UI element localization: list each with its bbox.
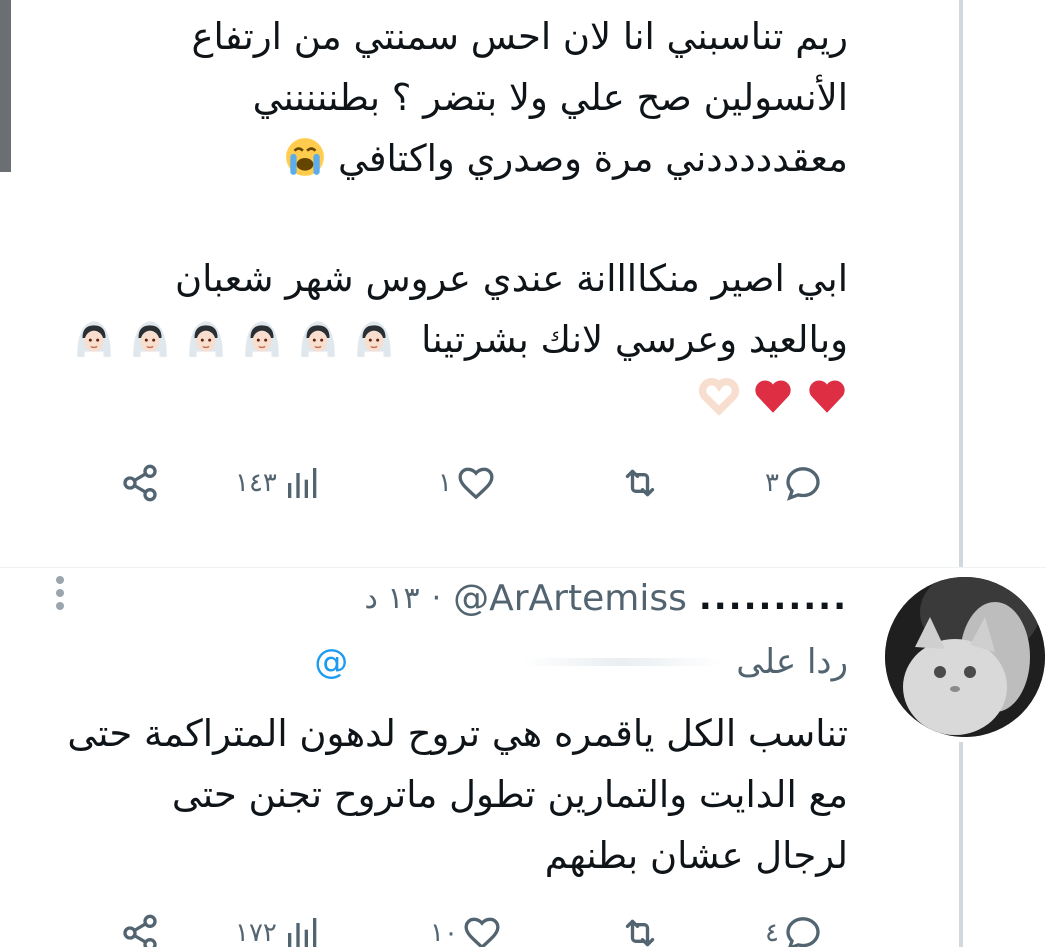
bride-with-veil-icon [357, 321, 392, 358]
bride-with-veil-icon [189, 321, 224, 358]
loudly-crying-face-icon [286, 138, 325, 176]
separator-dot: · [431, 580, 442, 616]
views-button[interactable]: ١٧٢ [235, 905, 323, 947]
tweet-text-line: لرجال عشان بطنهم [544, 834, 848, 877]
tweet-text-segment: معقدددددني مرة وصدري واكتافي [337, 137, 848, 180]
tweet-action-bar: ١٤٣ ١ ٣ [120, 455, 850, 511]
bride-with-veil-icon [301, 321, 336, 358]
bride-emoji-group [73, 318, 409, 361]
red-heart-icon [809, 380, 845, 413]
avatar[interactable] [885, 577, 1045, 737]
retweet-button[interactable] [620, 455, 660, 511]
tweet-text-line: ريم تناسبني انا لان احس سمنتي من ارتفاع [191, 15, 848, 58]
tweet-text-segment: وبالعيد وعرسي لانك بشرتينا [421, 318, 848, 361]
like-icon [458, 467, 494, 500]
more-icon-dot [56, 589, 64, 597]
tweet-divider [0, 567, 1046, 568]
views-count: ١٤٣ [235, 468, 277, 498]
bride-with-veil-icon [133, 321, 168, 358]
share-button[interactable] [120, 905, 160, 947]
tweet-text-line: تناسب الكل ياقمره هي تروح لدهون المتراكم… [67, 712, 848, 755]
share-button[interactable] [120, 455, 160, 511]
share-icon [123, 464, 157, 502]
reply-label: ردا على [736, 642, 848, 682]
retweet-icon [625, 919, 655, 947]
reply-button[interactable]: ٣ [765, 455, 823, 511]
redacted-handle [522, 658, 723, 666]
views-icon [287, 918, 317, 947]
tweet-thread: ريم تناسبني انا لان احس سمنتي من ارتفاع … [0, 0, 1046, 947]
reply-count: ٣ [765, 468, 779, 498]
username[interactable]: @ArArtemiss [453, 578, 687, 619]
like-count: ١ [438, 468, 452, 498]
tweet-header: .......... @ArArtemiss · ١٣ د [364, 576, 848, 620]
reply-icon [786, 467, 820, 501]
timestamp[interactable]: ١٣ د [364, 581, 419, 616]
retweet-button[interactable] [620, 905, 660, 947]
more-options-button[interactable] [54, 576, 66, 616]
avatar-image [885, 577, 1045, 737]
display-name[interactable]: .......... [699, 578, 848, 618]
tweet-text-line: ابي اصير منكاااانة عندي عروس شهر شعبان [174, 257, 848, 300]
share-icon [123, 914, 157, 947]
bride-with-veil-icon [77, 321, 112, 358]
reply-handle-link[interactable]: @ [314, 642, 348, 682]
more-icon-dot [56, 602, 64, 610]
like-icon [464, 917, 500, 947]
views-count: ١٧٢ [235, 918, 277, 947]
tweet-text-line: معقدددددني مرة وصدري واكتافي [284, 128, 848, 189]
tweet-text-line: وبالعيد وعرسي لانك بشرتينا [73, 309, 848, 370]
retweet-icon [625, 469, 655, 497]
tweet-text-line: مع الدايت والتمارين تطول ماتروح تجنن حتى [171, 773, 848, 816]
reply-icon [786, 917, 820, 947]
scrollbar-thumb[interactable] [0, 0, 11, 172]
heart-hands-icon [699, 378, 740, 416]
tweet-text-line: الأنسولين صح علي ولا بتضر ؟ بطننننني [252, 76, 848, 119]
like-count: ١٠ [430, 918, 458, 947]
tweet-action-bar: ١٧٢ ١٠ ٤ [120, 905, 850, 947]
like-button[interactable]: ١ [438, 455, 496, 511]
reply-count: ٤ [765, 918, 779, 947]
thread-connector-line [959, 742, 963, 947]
reply-context: ردا على @ [314, 638, 848, 686]
views-icon [287, 468, 317, 498]
reply-button[interactable]: ٤ [765, 905, 823, 947]
views-button[interactable]: ١٤٣ [235, 455, 323, 511]
bride-with-veil-icon [245, 321, 280, 358]
thread-connector-line [959, 0, 963, 568]
tweet-emoji-line [698, 367, 848, 428]
like-button[interactable]: ١٠ [430, 905, 502, 947]
red-heart-icon [755, 380, 791, 413]
more-icon [56, 576, 64, 584]
